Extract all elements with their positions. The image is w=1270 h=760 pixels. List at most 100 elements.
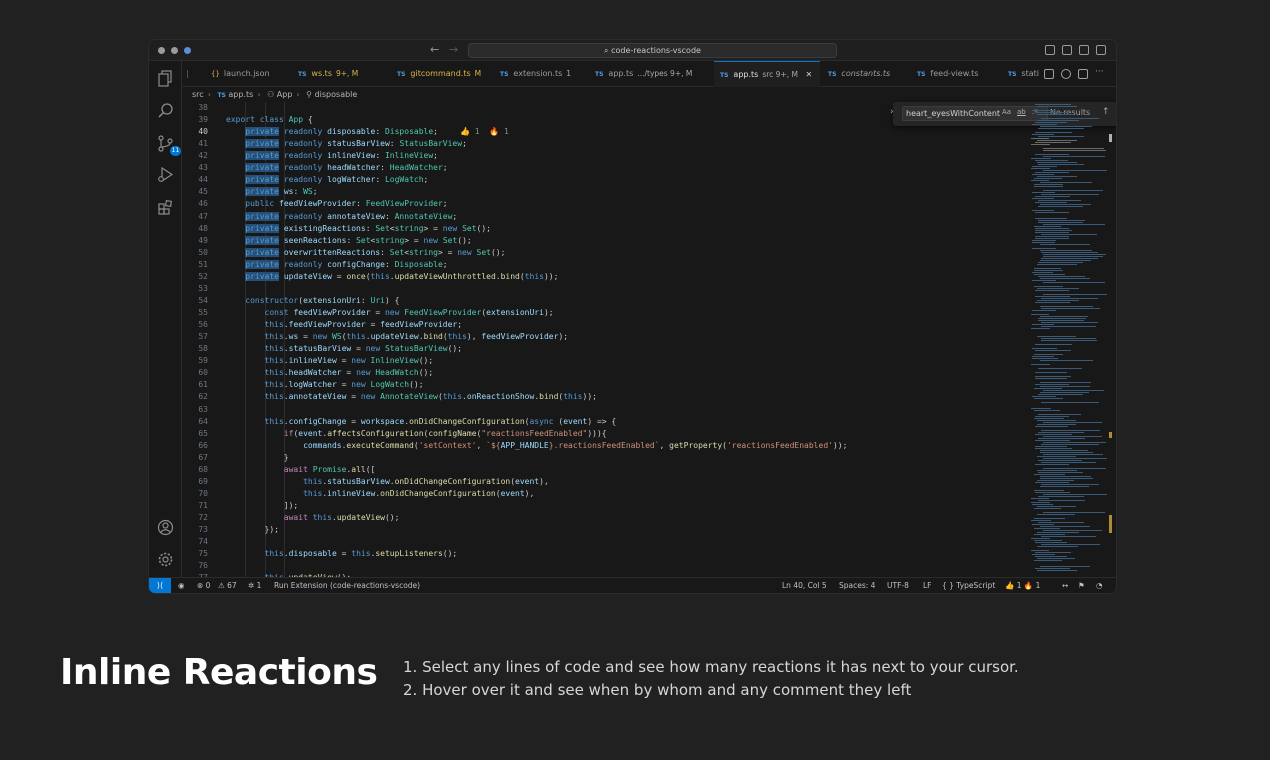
toggle-replace-icon[interactable]: › — [890, 107, 894, 117]
line-number: 49 — [198, 235, 208, 245]
toggle-sidebar-icon[interactable] — [1045, 45, 1055, 55]
tab-feed-view-ts[interactable]: TS feed-view.ts — [917, 61, 999, 87]
line-number: 39 — [198, 115, 208, 125]
code-text: private readonly inlineView: InlineView; — [245, 151, 438, 161]
search-view-icon[interactable] — [157, 102, 174, 119]
tab-app-ts-types[interactable]: TS app.ts .../types 9+, M — [595, 61, 709, 87]
minimap-line — [1033, 508, 1061, 509]
match-case-toggle[interactable]: Aa — [1002, 108, 1011, 116]
tab-app-ts-src[interactable]: TS app.ts src 9+, M ✕ — [714, 61, 820, 87]
sync-icon[interactable]: ↔ — [1062, 578, 1068, 593]
tab-gitcommand-ts[interactable]: TS gitcommand.ts M — [397, 61, 487, 87]
tab-overflow: | — [186, 69, 188, 78]
tab-constants-ts[interactable]: TS constants.ts — [828, 61, 910, 87]
end-of-line[interactable]: LF — [923, 578, 932, 593]
minimap-line — [1035, 236, 1069, 237]
code-text: private readonly configChange: Disposabl… — [245, 259, 448, 269]
zoom-window-button[interactable] — [184, 47, 191, 54]
indentation[interactable]: Spaces: 4 — [839, 578, 875, 593]
minimap-line — [1030, 180, 1049, 181]
minimap-line — [1038, 432, 1084, 433]
toggle-secondary-sidebar-icon[interactable] — [1079, 45, 1089, 55]
run-debug-icon[interactable] — [157, 166, 174, 183]
feedback-icon[interactable]: ⚑ — [1078, 578, 1085, 593]
customize-layout-icon[interactable] — [1096, 45, 1106, 55]
minimap-line — [1032, 248, 1056, 249]
forward-arrow-icon[interactable]: → — [449, 43, 458, 56]
title-bar: ← → ⌕ code-reactions-vscode — [149, 40, 1116, 61]
command-center[interactable]: ⌕ code-reactions-vscode — [468, 43, 837, 58]
line-number: 42 — [198, 151, 208, 161]
minimap-line — [1039, 450, 1088, 451]
line-number: 68 — [198, 464, 208, 474]
code-text: private readonly statusBarView: StatusBa… — [245, 139, 467, 149]
line-number: 69 — [198, 476, 208, 486]
minimap-line — [1042, 422, 1102, 423]
split-editor-icon[interactable] — [1078, 69, 1088, 79]
find-input[interactable]: heart_eyesWithContent — [902, 106, 1048, 121]
notifications-bell-icon[interactable]: ◔ — [1096, 578, 1103, 593]
compare-changes-icon[interactable] — [1044, 69, 1054, 79]
remote-indicator[interactable]: ⟩⟨ — [149, 578, 171, 593]
reactions-status[interactable]: 👍 1 🔥 1 — [1005, 578, 1040, 593]
minimap-line — [1041, 544, 1100, 545]
line-number: 70 — [198, 488, 208, 498]
tab-extension-ts[interactable]: TS extension.ts 1 — [500, 61, 582, 87]
minimize-window-button[interactable] — [171, 47, 178, 54]
minimap-line — [1035, 302, 1070, 303]
code-editor[interactable]: 38 39 export class App {40 private readonl… — [182, 102, 1024, 577]
scrollbar-thumb[interactable] — [1109, 134, 1112, 142]
tab-ws-ts[interactable]: TS ws.ts 9+, M — [298, 61, 384, 87]
back-arrow-icon[interactable]: ← — [430, 43, 439, 56]
minimap-line — [1038, 200, 1081, 201]
minimap-line — [1035, 552, 1071, 553]
minimap-line — [1033, 270, 1063, 271]
minimap[interactable] — [1029, 102, 1109, 577]
tab-status-truncated[interactable]: TS stati — [1008, 61, 1042, 87]
minimap-line — [1035, 482, 1069, 483]
cursor-position[interactable]: Ln 40, Col 5 — [782, 578, 827, 593]
breadcrumb-file[interactable]: app.ts — [228, 90, 253, 99]
minimap-line — [1036, 470, 1077, 471]
line-number: 38 — [198, 103, 208, 112]
minimap-line — [1035, 154, 1069, 155]
minimap-line — [1042, 458, 1107, 459]
minimap-line — [1042, 224, 1105, 225]
breadcrumb-member[interactable]: disposable — [315, 90, 358, 99]
line-number: 73 — [198, 525, 208, 535]
minimap-line — [1032, 554, 1055, 555]
accounts-icon[interactable] — [157, 519, 174, 536]
breadcrumb-class[interactable]: App — [277, 90, 293, 99]
toggle-panel-icon[interactable] — [1062, 45, 1072, 55]
minimap-line — [1042, 156, 1105, 157]
close-tab-icon[interactable]: ✕ — [806, 70, 813, 79]
minimap-line — [1035, 464, 1069, 465]
language-mode[interactable]: { } TypeScript — [942, 578, 995, 593]
inline-reaction-annotation[interactable]: 👍 1 🔥 1 — [460, 127, 509, 136]
minimap-line — [1041, 444, 1099, 445]
code-text: this.logWatcher = new LogWatch(); — [264, 380, 424, 390]
line-number: 59 — [198, 356, 208, 366]
breadcrumb: src › TS app.ts › ⚇ App › ⚲ disposable — [192, 90, 358, 99]
source-control-icon[interactable]: 11 — [157, 135, 181, 156]
encoding[interactable]: UTF-8 — [887, 578, 909, 593]
errors-count[interactable]: ⊗ 0 — [197, 578, 210, 593]
minimap-line — [1039, 452, 1093, 453]
extensions-icon[interactable] — [157, 199, 174, 216]
tab-launch-json[interactable]: {} launch.json — [211, 61, 291, 87]
close-window-button[interactable] — [158, 47, 165, 54]
eye-icon[interactable]: ◉ — [178, 578, 185, 593]
minimap-line — [1032, 504, 1053, 505]
settings-gear-icon[interactable] — [157, 551, 174, 568]
warnings-count[interactable]: ⚠ 67 — [218, 578, 237, 593]
more-actions-icon[interactable]: ··· — [1095, 67, 1104, 77]
explorer-icon[interactable] — [157, 70, 174, 87]
minimap-line — [1032, 242, 1055, 243]
ports-count[interactable]: ✲ 1 — [248, 578, 261, 593]
open-changes-icon[interactable] — [1061, 69, 1071, 79]
match-whole-word-toggle[interactable]: ab — [1017, 108, 1026, 116]
minimap-line — [1036, 140, 1077, 141]
line-number: 52 — [198, 271, 208, 281]
breadcrumb-src[interactable]: src — [192, 90, 204, 99]
run-task-label[interactable]: Run Extension (code-reactions-vscode) — [274, 578, 420, 593]
